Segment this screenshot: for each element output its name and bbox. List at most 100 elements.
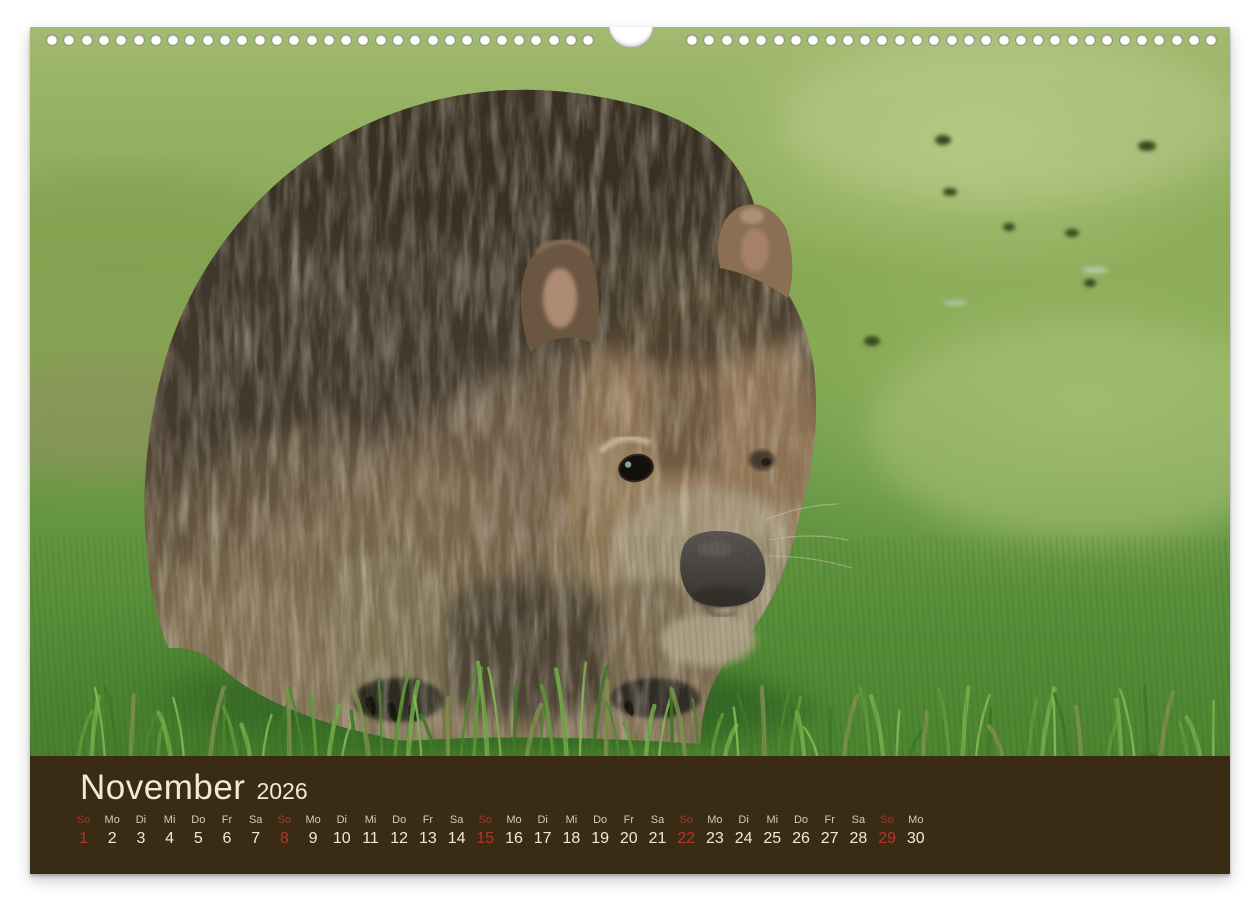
calendar-day: Sa21 — [643, 813, 672, 850]
punch-hole — [202, 34, 214, 46]
day-number: 1 — [69, 828, 98, 850]
calendar-day: Do12 — [385, 813, 414, 850]
day-number: 15 — [471, 828, 500, 850]
year-label: 2026 — [256, 778, 307, 805]
punch-hole — [81, 34, 93, 46]
day-number: 18 — [557, 828, 586, 850]
month-title-row: November 2026 — [80, 768, 308, 808]
wombat-illustration — [30, 27, 1230, 756]
punch-hole — [738, 34, 750, 46]
calendar-day: Mi18 — [557, 813, 586, 850]
day-number: 4 — [155, 828, 184, 850]
day-number: 2 — [98, 828, 127, 850]
punch-hole — [1119, 34, 1131, 46]
calendar-day: Mi25 — [758, 813, 787, 850]
day-number: 26 — [787, 828, 816, 850]
day-number: 29 — [873, 828, 902, 850]
weekday-label: Di — [327, 813, 356, 827]
calendar-day: Sa28 — [844, 813, 873, 850]
wombat-photo — [30, 27, 1230, 756]
punch-hole — [998, 34, 1010, 46]
weekday-label: So — [69, 813, 98, 827]
calendar-day: Mo23 — [700, 813, 729, 850]
right-ear-inner — [741, 228, 769, 272]
calendar-day: So15 — [471, 813, 500, 850]
punch-hole — [133, 34, 145, 46]
day-number: 30 — [901, 828, 930, 850]
punch-hole — [496, 34, 508, 46]
weekday-label: So — [270, 813, 299, 827]
day-number: 22 — [672, 828, 701, 850]
day-number: 8 — [270, 828, 299, 850]
weekday-label: Mo — [299, 813, 328, 827]
calendar-day: Mi4 — [155, 813, 184, 850]
calendar-day: Sa14 — [442, 813, 471, 850]
weekday-label: So — [873, 813, 902, 827]
weekday-label: Sa — [442, 813, 471, 827]
punch-hole — [894, 34, 906, 46]
punch-hole — [444, 34, 456, 46]
weekday-label: Mo — [700, 813, 729, 827]
day-number: 3 — [126, 828, 155, 850]
weekday-label: Mi — [758, 813, 787, 827]
weekday-label: Mo — [98, 813, 127, 827]
punch-hole — [340, 34, 352, 46]
punch-hole — [1032, 34, 1044, 46]
punch-hole — [565, 34, 577, 46]
weekday-label: Fr — [815, 813, 844, 827]
calendar-product-view: November 2026 So1Mo2Di3Mi4Do5Fr6Sa7So8Mo… — [0, 0, 1260, 908]
calendar-day: Mi11 — [356, 813, 385, 850]
calendar-day: So8 — [270, 813, 299, 850]
punch-hole — [1205, 34, 1217, 46]
day-number: 21 — [643, 828, 672, 850]
calendar-day: Mo2 — [98, 813, 127, 850]
punch-hole — [98, 34, 110, 46]
month-title: November — [80, 768, 245, 808]
punch-hole — [167, 34, 179, 46]
punch-hole — [150, 34, 162, 46]
punch-hole — [773, 34, 785, 46]
punch-hole — [825, 34, 837, 46]
punch-hole — [1171, 34, 1183, 46]
weekday-label: Do — [385, 813, 414, 827]
weekday-label: Sa — [643, 813, 672, 827]
day-number: 20 — [614, 828, 643, 850]
weekday-label: Di — [126, 813, 155, 827]
punch-hole — [392, 34, 404, 46]
day-number: 13 — [413, 828, 442, 850]
punch-hole — [1015, 34, 1027, 46]
weekday-label: Di — [528, 813, 557, 827]
punch-hole — [842, 34, 854, 46]
nose — [680, 531, 765, 607]
punch-hole — [271, 34, 283, 46]
weekday-label: Sa — [241, 813, 270, 827]
punch-hole — [911, 34, 923, 46]
punch-hole — [963, 34, 975, 46]
punch-hole — [427, 34, 439, 46]
day-number: 6 — [213, 828, 242, 850]
calendar-day: Sa7 — [241, 813, 270, 850]
weekday-label: Mi — [155, 813, 184, 827]
calendar-day: Mo30 — [901, 813, 930, 850]
weekday-label: Mo — [901, 813, 930, 827]
calendar-day: Mo9 — [299, 813, 328, 850]
calendar-page: November 2026 So1Mo2Di3Mi4Do5Fr6Sa7So8Mo… — [30, 27, 1230, 874]
left-ear-inner — [543, 268, 577, 328]
weekday-label: Fr — [614, 813, 643, 827]
day-number: 28 — [844, 828, 873, 850]
calendar-day: Fr13 — [413, 813, 442, 850]
weekday-label: Mi — [557, 813, 586, 827]
punch-hole — [375, 34, 387, 46]
day-number: 9 — [299, 828, 328, 850]
day-number: 14 — [442, 828, 471, 850]
calendar-day: Di24 — [729, 813, 758, 850]
calendar-day: Di3 — [126, 813, 155, 850]
calendar-day: Fr27 — [815, 813, 844, 850]
calendar-day: So1 — [69, 813, 98, 850]
punch-hole — [254, 34, 266, 46]
punch-hole — [1136, 34, 1148, 46]
weekday-label: Mo — [500, 813, 529, 827]
calendar-day: Di10 — [327, 813, 356, 850]
punch-hole — [548, 34, 560, 46]
calendar-day: Do26 — [787, 813, 816, 850]
